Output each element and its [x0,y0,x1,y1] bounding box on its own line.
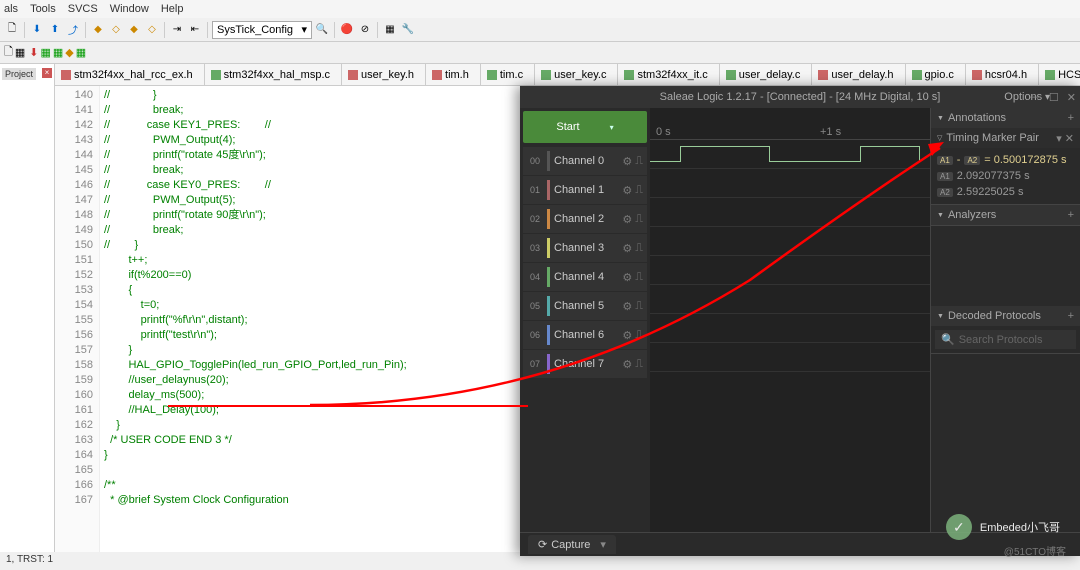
saleae-window: Saleae Logic 1.2.17 - [Connected] - [24 … [520,86,1080,556]
channel-row[interactable]: 02Channel 2⚙⎍ [523,205,647,233]
trigger-icon[interactable]: ⎍ [635,271,643,284]
timeline: 0 s +1 s [650,108,930,140]
gear-icon[interactable]: ⚙ [622,184,632,197]
saleae-titlebar: Saleae Logic 1.2.17 - [Connected] - [24 … [520,86,1080,108]
trigger-icon[interactable]: ⎍ [635,213,643,226]
rebuild-icon[interactable]: ▦ [53,46,63,59]
gear-icon[interactable]: ⚙ [622,213,632,226]
side-panels: ▼Annotations+ ▽Timing Marker Pair▾ ✕ A1-… [930,108,1080,532]
step-out-icon[interactable]: ⬆ [47,22,63,38]
plus-icon[interactable]: + [1068,112,1074,124]
channel-row[interactable]: 04Channel 4⚙⎍ [523,263,647,291]
search-icon: 🔍 [941,333,955,346]
line-gutter: 140 141 142 143 144 145 146 147 148 149 … [55,86,100,552]
close-icon[interactable]: × [42,68,52,78]
timing-panel-header[interactable]: ▽Timing Marker Pair▾ ✕ [931,128,1080,148]
run-icon[interactable]: ⤴ [65,22,81,38]
window-icon[interactable]: ▦ [382,22,398,38]
project-tab[interactable]: Project [2,68,36,80]
stop-icon[interactable]: ⊘ [357,22,373,38]
file-tab[interactable]: tim.h [426,64,481,85]
tool-icon[interactable]: ▦ [15,46,25,59]
annotations-panel-header[interactable]: ▼Annotations+ [931,108,1080,128]
menu-item[interactable]: Tools [30,3,56,15]
menu-item[interactable]: als [4,3,18,15]
file-tab[interactable]: user_delay.c [720,64,813,85]
file-tab[interactable]: HCSR04.c [1039,64,1080,85]
gear-icon[interactable]: ⚙ [622,329,632,342]
channel-row[interactable]: 03Channel 3⚙⎍ [523,234,647,262]
find-icon[interactable]: 🔍 [314,22,330,38]
search-protocols-input[interactable]: 🔍Search Protocols [935,330,1076,349]
gear-icon[interactable]: ⚙ [622,155,632,168]
step-icon[interactable]: ⬇ [29,22,45,38]
capture-tab[interactable]: ⟳Capture▾ [528,535,616,554]
decoded-panel-header[interactable]: ▼Decoded Protocols+ [931,306,1080,326]
file-tab[interactable]: user_delay.h [812,64,905,85]
bookmark-icon[interactable]: ◆ [90,22,106,38]
file-tab[interactable]: stm32f4xx_hal_rcc_ex.h [55,64,205,85]
channel-row[interactable]: 05Channel 5⚙⎍ [523,292,647,320]
outdent-icon[interactable]: ⇤ [187,22,203,38]
highlight-line [168,405,528,407]
timing-value: A1-A2 = 0.500172875 s [937,152,1074,168]
file-tab[interactable]: hcsr04.h [966,64,1039,85]
trigger-icon[interactable]: ⎍ [635,242,643,255]
file-tab[interactable]: gpio.c [906,64,966,85]
gear-icon[interactable]: ⚙ [622,271,632,284]
trigger-icon[interactable]: ⎍ [635,358,643,371]
channel-row[interactable]: 06Channel 6⚙⎍ [523,321,647,349]
plus-icon[interactable]: + [1068,209,1074,221]
analyzers-panel-header[interactable]: ▼Analyzers+ [931,205,1080,225]
close-icon[interactable]: ✕ [1067,91,1076,104]
tool-icon[interactable]: 🗋 [4,43,13,62]
indent-icon[interactable]: ⇥ [169,22,185,38]
bookmark-icon[interactable]: ◇ [108,22,124,38]
debug-icon[interactable]: 🔴 [339,22,355,38]
channel-panel: Start▾ 00Channel 0⚙⎍01Channel 1⚙⎍02Chann… [520,108,650,532]
file-tab[interactable]: stm32f4xx_it.c [618,64,719,85]
watermark: ✓ Embeded小飞哥 [946,514,1060,540]
target-icon[interactable]: ▦ [76,46,86,59]
channel-row[interactable]: 00Channel 0⚙⎍ [523,147,647,175]
tool-icon[interactable]: 🗋 [4,22,20,38]
trigger-icon[interactable]: ⎍ [635,300,643,313]
bookmark-icon[interactable]: ◆ [126,22,142,38]
project-panel: Project × [0,64,55,552]
menu-item[interactable]: Window [110,3,149,15]
file-tab[interactable]: user_key.h [342,64,426,85]
config-icon[interactable]: 🔧 [400,22,416,38]
blog-watermark: @51CTO博客 [1004,543,1066,558]
trigger-icon[interactable]: ⎍ [635,329,643,342]
gear-icon[interactable]: ⚙ [622,358,632,371]
timing-value: A1 2.092077375 s [937,168,1074,184]
waveform-area[interactable]: 0 s +1 s [650,108,930,532]
minimize-icon[interactable]: — [1030,91,1041,104]
menu-bar: als Tools SVCS Window Help [0,0,1080,18]
channel-row[interactable]: 07Channel 7⚙⎍ [523,350,647,378]
channel-row[interactable]: 01Channel 1⚙⎍ [523,176,647,204]
batch-icon[interactable]: ◆ [65,46,73,59]
gear-icon[interactable]: ⚙ [622,300,632,313]
maximize-icon[interactable]: ☐ [1049,91,1059,104]
load-icon[interactable]: ⬇ [29,46,38,59]
toolbar-2: 🗋 ▦ ⬇ ▦ ▦ ◆ ▦ [0,42,1080,64]
file-tabs: stm32f4xx_hal_rcc_ex.hstm32f4xx_hal_msp.… [55,64,1080,86]
timing-value: A2 2.59225025 s [937,184,1074,200]
menu-item[interactable]: Help [161,3,184,15]
file-tab[interactable]: user_key.c [535,64,618,85]
trigger-icon[interactable]: ⎍ [635,155,643,168]
wechat-icon: ✓ [946,514,972,540]
bookmark-icon[interactable]: ◇ [144,22,160,38]
plus-icon[interactable]: + [1068,310,1074,322]
toolbar-1: 🗋 ⬇ ⬆ ⤴ ◆ ◇ ◆ ◇ ⇥ ⇤ SysTick_Config▾ 🔍 🔴 … [0,18,1080,42]
build-icon[interactable]: ▦ [40,46,50,59]
trigger-icon[interactable]: ⎍ [635,184,643,197]
config-combo[interactable]: SysTick_Config▾ [212,21,312,39]
file-tab[interactable]: tim.c [481,64,535,85]
gear-icon[interactable]: ⚙ [622,242,632,255]
start-button[interactable]: Start▾ [523,111,647,143]
file-tab[interactable]: stm32f4xx_hal_msp.c [205,64,342,85]
menu-item[interactable]: SVCS [68,3,98,15]
